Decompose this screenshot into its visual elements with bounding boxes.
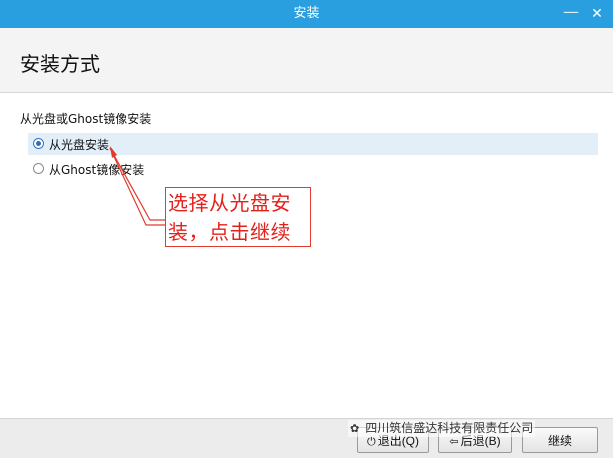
wechat-icon: ✿ (350, 422, 360, 435)
continue-button-label: 继续 (547, 434, 572, 448)
watermark-text: 四川筑信盛达科技有限责任公司 (365, 421, 534, 435)
watermark: ✿ 四川筑信盛达科技有限责任公司 (348, 420, 536, 437)
annotation-callout: 选择从光盘安装，点击继续 (165, 187, 311, 247)
